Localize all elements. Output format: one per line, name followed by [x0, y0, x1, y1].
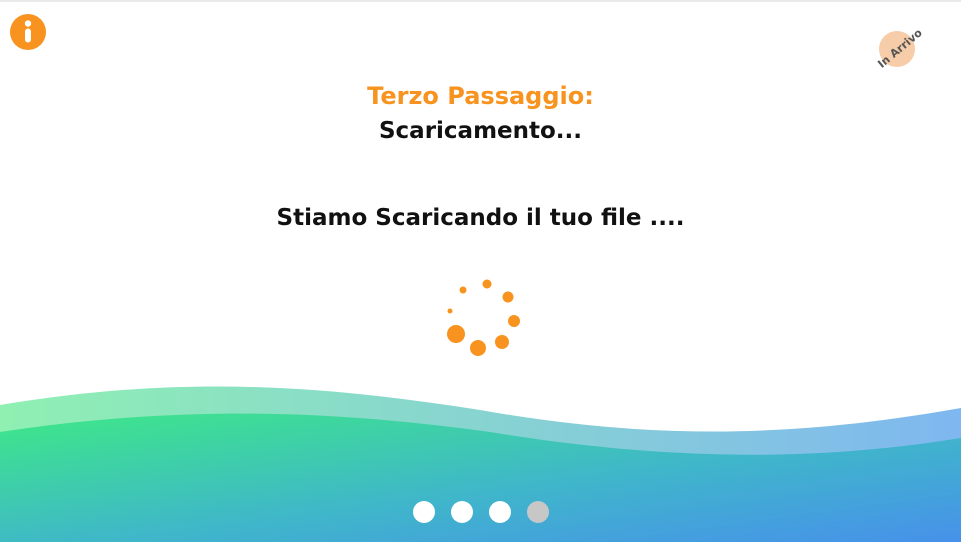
info-button[interactable] [10, 14, 46, 50]
page-dot-4[interactable] [526, 501, 549, 523]
info-icon [24, 20, 32, 43]
step-title: Terzo Passaggio: [367, 82, 594, 110]
download-message: Stiamo Scaricando il tuo file .... [276, 205, 685, 231]
page-dot-3[interactable] [488, 501, 511, 523]
pagination-dots [0, 501, 961, 525]
page-dot-1[interactable] [412, 501, 435, 523]
step-subtitle: Scaricamento... [378, 118, 583, 144]
loading-spinner-icon [447, 279, 520, 356]
page-dot-2[interactable] [450, 501, 473, 523]
coming-soon-badge: In Arrivo [868, 26, 928, 72]
app-screen: In Arrivo Terzo Passaggio: Scaricamento.… [0, 0, 961, 542]
top-border [0, 0, 961, 2]
